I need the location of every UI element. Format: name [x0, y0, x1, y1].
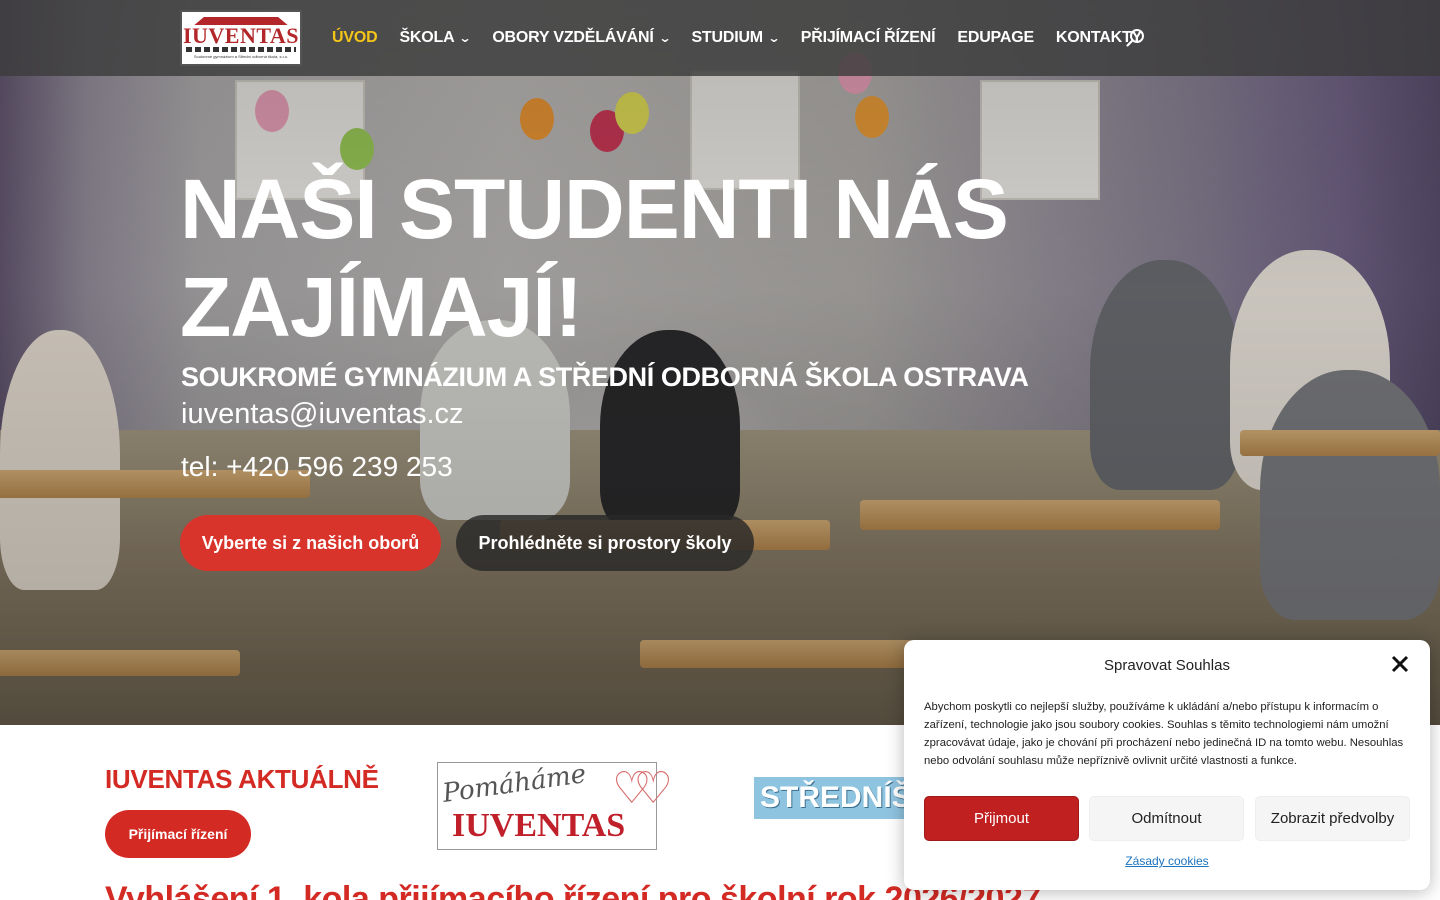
nav-item-edupage[interactable]: EDUPAGE	[957, 29, 1034, 47]
hero-phone: tel: +420 596 239 253	[181, 451, 453, 482]
admission-button[interactable]: Přijímací řízení	[105, 810, 251, 858]
nav-item-label: OBORY VZDĚLÁVÁNÍ	[492, 29, 654, 46]
banner-script-text: Pomáháme	[440, 759, 588, 809]
chevron-down-icon: ⌄	[658, 31, 671, 45]
logo-name: IUVENTAS	[182, 23, 300, 48]
search-icon[interactable]	[1126, 28, 1146, 48]
nav-item-label: ŠKOLA	[399, 29, 455, 46]
hero-title-line2: ZAJÍMAJÍ!	[180, 260, 583, 354]
nav-item-studium[interactable]: STUDIUM ⌄	[691, 29, 781, 47]
choose-program-button[interactable]: Vyberte si z našich oborů	[180, 515, 441, 571]
cookie-consent-dialog: Spravovat Souhlas Abychom poskytli co ne…	[904, 640, 1430, 890]
cookie-description: Abychom poskytli co nejlepší služby, pou…	[924, 701, 1404, 767]
school-tour-button[interactable]: Prohlédněte si prostory školy	[456, 515, 754, 571]
nav-item-label: ÚVOD	[332, 29, 378, 46]
deny-cookies-button[interactable]: Odmítnout	[1089, 796, 1244, 841]
nav-item-uvod[interactable]: ÚVOD	[332, 29, 378, 47]
cookie-preferences-button[interactable]: Zobrazit předvolby	[1255, 796, 1410, 841]
cookie-policy-link[interactable]: Zásady cookies	[904, 854, 1430, 868]
news-headline[interactable]: Vyhlášení 1. kola přijímacího řízení pro…	[105, 880, 1041, 900]
chevron-down-icon: ⌄	[458, 31, 472, 45]
pomahame-banner[interactable]: Pomáháme ♡♡ IUVENTAS	[437, 759, 673, 850]
close-icon[interactable]	[1390, 654, 1410, 674]
nav-item-obory-vzdelavani[interactable]: OBORY VZDĚLÁVÁNÍ ⌄	[492, 29, 671, 47]
logo-stripe	[186, 47, 296, 52]
nav-item-label: EDUPAGE	[957, 29, 1034, 46]
nav-item-label: STUDIUM	[691, 29, 763, 46]
nav-item-label: PŘIJÍMACÍ ŘÍZENÍ	[800, 29, 936, 46]
site-logo[interactable]: IUVENTAS Soukromé gymnázium a Střední od…	[180, 10, 302, 66]
cookie-dialog-title: Spravovat Souhlas	[1104, 657, 1230, 674]
accept-cookies-button[interactable]: Přijmout	[924, 796, 1079, 841]
nav-item-prijimaci-rizeni[interactable]: PŘIJÍMACÍ ŘÍZENÍ	[801, 29, 936, 47]
chevron-down-icon: ⌄	[767, 31, 781, 45]
hero-title-line1: NAŠI STUDENTI NÁS	[180, 162, 1009, 256]
site-header: IUVENTAS Soukromé gymnázium a Střední od…	[0, 0, 1440, 76]
hero-email[interactable]: iuventas@iuventas.cz	[181, 398, 464, 431]
logo-tagline: Soukromé gymnázium a Střední odborná ško…	[193, 54, 289, 59]
logo-roof	[194, 17, 288, 25]
banner-brand-text: IUVENTAS	[452, 807, 626, 844]
hero-title: NAŠI STUDENTI NÁS ZAJÍMAJÍ!	[180, 160, 1080, 356]
strednisko-banner[interactable]: STŘEDNÍŠK	[754, 777, 914, 819]
nav-item-skola[interactable]: ŠKOLA ⌄	[399, 29, 472, 47]
hero-subtitle: SOUKROMÉ GYMNÁZIUM A STŘEDNÍ ODBORNÁ ŠKO…	[181, 362, 1029, 392]
main-nav: ÚVOD ŠKOLA ⌄ OBORY VZDĚLÁVÁNÍ ⌄ STUDIUM ⌄ P…	[332, 27, 1164, 49]
news-section-title: IUVENTAS AKTUÁLNĚ	[105, 764, 379, 794]
